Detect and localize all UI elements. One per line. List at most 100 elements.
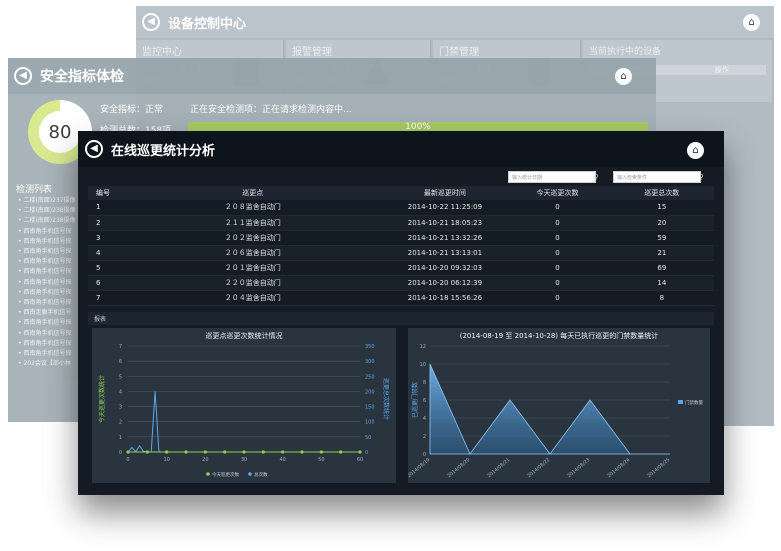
legend-swatch — [678, 400, 683, 404]
data-point — [223, 450, 227, 454]
patrol-panel-header: ◀ 在线巡更统计分析 — [78, 131, 724, 167]
data-point — [242, 450, 246, 454]
y2-tick-label: 50 — [365, 435, 371, 441]
column-header[interactable]: 编号 — [88, 186, 121, 200]
data-point — [358, 450, 362, 454]
patrol-table: 编号 巡更点 最新巡更时间 今天巡更次数 巡更总次数 1 ２０８监舍自动门 2014-10-… — [88, 186, 714, 306]
table-cell: 0 — [505, 260, 610, 276]
check-list-item[interactable]: • 西南角手机信号探 — [18, 278, 84, 288]
security-panel-header: ◀ 安全指标体检 — [8, 58, 656, 94]
check-list-item[interactable]: • 二楼(南面)238摄像 — [18, 206, 84, 216]
table-cell: 0 — [505, 230, 610, 246]
table-cell: 59 — [609, 230, 714, 246]
x-tick-label: 2014/08/22 — [526, 457, 551, 479]
y-tick-label: 0 — [423, 452, 426, 458]
date-search-input[interactable]: 输入统计日期 — [508, 171, 596, 183]
y-tick-label: 5 — [119, 374, 122, 380]
table-cell: 15 — [609, 200, 714, 216]
y-tick-label: 2 — [423, 434, 426, 440]
column-header[interactable]: 巡更点 — [120, 186, 385, 200]
check-list-item[interactable]: • 西南角手机信号探 — [18, 298, 84, 308]
x-tick-label: 2014/08/20 — [446, 457, 471, 479]
check-list-item[interactable]: • 202会议【部小林 — [18, 359, 84, 369]
home-icon[interactable]: ⌂ — [615, 68, 632, 85]
table-row[interactable]: 3 ２０２监舍自动门 2014-10-21 13:32:26 0 59 — [88, 230, 714, 246]
table-row[interactable]: 4 ２０６监舍自动门 2014-10-21 13:13:01 0 21 — [88, 245, 714, 261]
legend-label: 门禁数量 — [685, 399, 703, 406]
y-axis-label: 已巡更门禁数 — [411, 382, 419, 418]
check-list-item[interactable]: • 西南角手机信号探 — [18, 267, 84, 277]
back-icon[interactable]: ◀ — [142, 13, 160, 31]
y-tick-label: 12 — [420, 344, 426, 350]
check-list-item[interactable]: • 西南角手机信号探 — [18, 339, 84, 349]
data-point — [145, 450, 149, 454]
table-cell: 8 — [609, 290, 714, 306]
condition-search-input[interactable]: 输入检索条件 — [613, 171, 701, 183]
x-tick-label: 20 — [202, 457, 208, 463]
search-icon[interactable]: ⚲ — [695, 171, 707, 183]
table-cell: 2014-10-22 11:25:09 — [384, 200, 506, 216]
table-row[interactable]: 7 ２０４监舍自动门 2014-10-18 15:56:26 0 8 — [88, 290, 714, 306]
table-cell: ２２０监舍自动门 — [120, 275, 385, 291]
patrol-panel-title: 在线巡更统计分析 — [111, 143, 216, 159]
column-header[interactable]: 巡更总次数 — [609, 186, 714, 200]
home-icon[interactable]: ⌂ — [743, 14, 760, 31]
y-tick-label: 0 — [119, 450, 122, 456]
check-list-item[interactable]: • 西南走廊手机信号 — [18, 308, 84, 318]
table-row[interactable]: 1 ２０８监舍自动门 2014-10-22 11:25:09 0 15 — [88, 200, 714, 216]
table-cell: 2014-10-21 13:13:01 — [384, 245, 506, 261]
table-cell: 0 — [505, 215, 610, 231]
x-tick-label: 2014/08/23 — [566, 457, 591, 479]
data-point — [300, 450, 304, 454]
y2-tick-label: 250 — [365, 374, 375, 380]
legend-label: 今天巡更次数 — [212, 471, 239, 478]
y2-tick-label: 300 — [365, 359, 375, 365]
check-list-item[interactable]: • 西南角手机信号探 — [18, 318, 84, 328]
check-list-item[interactable]: • 二楼(南面)238摄像 — [18, 216, 84, 226]
x-tick-label: 30 — [241, 457, 247, 463]
back-icon[interactable]: ◀ — [85, 140, 103, 158]
search-icon[interactable]: ⚲ — [590, 171, 602, 183]
x-tick-label: 2014/08/25 — [646, 457, 671, 479]
y2-tick-label: 200 — [365, 389, 375, 395]
y-tick-label: 7 — [119, 344, 122, 350]
table-cell: 2014-10-20 09:32:03 — [384, 260, 506, 276]
check-list-item[interactable]: • 二楼(南面)237摄像 — [18, 196, 84, 206]
table-cell: 69 — [609, 260, 714, 276]
check-list-item[interactable]: • 西南角手机信号探 — [18, 257, 84, 267]
back-icon[interactable]: ◀ — [14, 67, 32, 85]
x-tick-label: 60 — [357, 457, 363, 463]
series-area — [429, 363, 670, 455]
chart-title: 巡更点巡更次数统计情况 — [205, 332, 283, 340]
y-tick-label: 4 — [423, 416, 426, 422]
checking-status: 正在安全检测项：正在请求检测内容中... — [190, 105, 352, 115]
table-cell: 0 — [505, 275, 610, 291]
data-point — [165, 450, 169, 454]
check-list-item[interactable]: • 西南角手机信号探 — [18, 288, 84, 298]
table-cell: 2014-10-20 06:12:39 — [384, 275, 506, 291]
table-cell: 6 — [88, 275, 121, 291]
table-cell: 0 — [505, 200, 610, 216]
check-list-item[interactable]: • 西南角手机信号探 — [18, 349, 84, 359]
home-icon[interactable]: ⌂ — [687, 142, 704, 159]
legend-swatch — [206, 472, 210, 476]
column-header[interactable]: 今天巡更次数 — [505, 186, 610, 200]
column-header[interactable]: 最新巡更时间 — [384, 186, 506, 200]
daily-door-count-chart: (2014-08-19 至 2014-10-28) 每天已执行巡更的门禁数量统计… — [406, 328, 710, 483]
check-list-item[interactable]: • 西南角手机信号探 — [18, 237, 84, 247]
table-cell: 2014-10-21 18:05:23 — [384, 215, 506, 231]
check-list-item[interactable]: • 西南角手机信号探 — [18, 247, 84, 257]
table-row[interactable]: 6 ２２０监舍自动门 2014-10-20 06:12:39 0 14 — [88, 275, 714, 291]
table-cell: 5 — [88, 260, 121, 276]
check-list-item[interactable]: • 西南角手机信号探 — [18, 329, 84, 339]
table-cell: 1 — [88, 200, 121, 216]
y-tick-label: 8 — [423, 380, 426, 386]
x-tick-label: 40 — [279, 457, 285, 463]
check-list-item[interactable]: • 西南角手机信号探 — [18, 227, 84, 237]
table-cell: 2 — [88, 215, 121, 231]
table-row[interactable]: 5 ２０１监舍自动门 2014-10-20 09:32:03 0 69 — [88, 260, 714, 276]
table-cell: 14 — [609, 275, 714, 291]
table-row[interactable]: 2 ２１１监舍自动门 2014-10-21 18:05:23 0 20 — [88, 215, 714, 231]
x-tick-label: 50 — [318, 457, 324, 463]
x-tick-label: 0 — [126, 457, 129, 463]
